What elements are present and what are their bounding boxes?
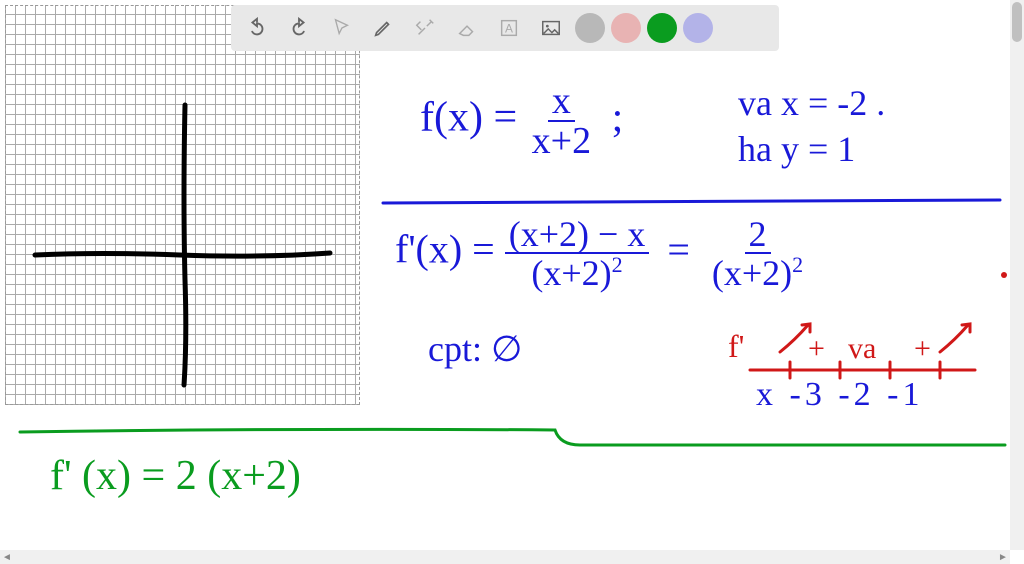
text-icon: A xyxy=(498,17,520,39)
equation-fprime: f'(x) = (x+2) − x (x+2)2 = 2 (x+2)2 xyxy=(395,216,807,291)
eraser-button[interactable] xyxy=(449,10,485,46)
fpx-eq: = xyxy=(667,227,690,272)
drawing-toolbar: A xyxy=(231,5,779,51)
tools-icon xyxy=(414,17,436,39)
text-button[interactable]: A xyxy=(491,10,527,46)
horizontal-scrollbar[interactable]: ◄ ► xyxy=(0,550,1010,564)
sign-plus2: + xyxy=(914,332,931,366)
scroll-left-icon[interactable]: ◄ xyxy=(0,550,14,564)
fx-den: x+2 xyxy=(528,122,595,160)
ha-note: ha y = 1 xyxy=(738,128,855,170)
fpx-num2: 2 xyxy=(745,216,771,254)
fx-lhs: f(x) = xyxy=(420,95,517,141)
undo-icon xyxy=(246,17,268,39)
fprime-sign-label: f' xyxy=(728,328,744,365)
eraser-icon xyxy=(456,17,478,39)
fx-num: x xyxy=(548,82,575,122)
redo-icon xyxy=(288,17,310,39)
svg-text:A: A xyxy=(505,22,513,36)
fpx-num: (x+2) − x xyxy=(505,216,650,254)
select-button[interactable] xyxy=(323,10,359,46)
fpx-den: (x+2)2 xyxy=(527,254,626,291)
pencil-icon xyxy=(372,17,394,39)
cpt-label: cpt: ∅ xyxy=(428,328,522,370)
equation-green: f' (x) = 2 (x+2) xyxy=(50,452,301,500)
color-pink[interactable] xyxy=(611,13,641,43)
color-lavender[interactable] xyxy=(683,13,713,43)
color-gray[interactable] xyxy=(575,13,605,43)
color-green[interactable] xyxy=(647,13,677,43)
vertical-scrollbar[interactable] xyxy=(1010,0,1024,550)
undo-button[interactable] xyxy=(239,10,275,46)
cursor-icon xyxy=(330,17,352,39)
x-values-row: x -3 -2 -1 xyxy=(756,376,923,414)
scroll-right-icon[interactable]: ► xyxy=(996,550,1010,564)
equation-f: f(x) = x x+2 ; xyxy=(420,82,623,160)
sign-va: va xyxy=(848,332,876,366)
redo-button[interactable] xyxy=(281,10,317,46)
vertical-scrollbar-thumb[interactable] xyxy=(1012,2,1022,42)
graph-grid xyxy=(5,5,360,405)
tools-button[interactable] xyxy=(407,10,443,46)
fpx-den2: (x+2)2 xyxy=(708,254,807,291)
image-icon xyxy=(540,17,562,39)
fx-sep: ; xyxy=(612,95,624,141)
va-note: va x = -2 . xyxy=(738,82,885,124)
image-button[interactable] xyxy=(533,10,569,46)
pencil-button[interactable] xyxy=(365,10,401,46)
fpx-lhs: f'(x) = xyxy=(395,227,495,272)
sign-plus1: + xyxy=(808,332,825,366)
